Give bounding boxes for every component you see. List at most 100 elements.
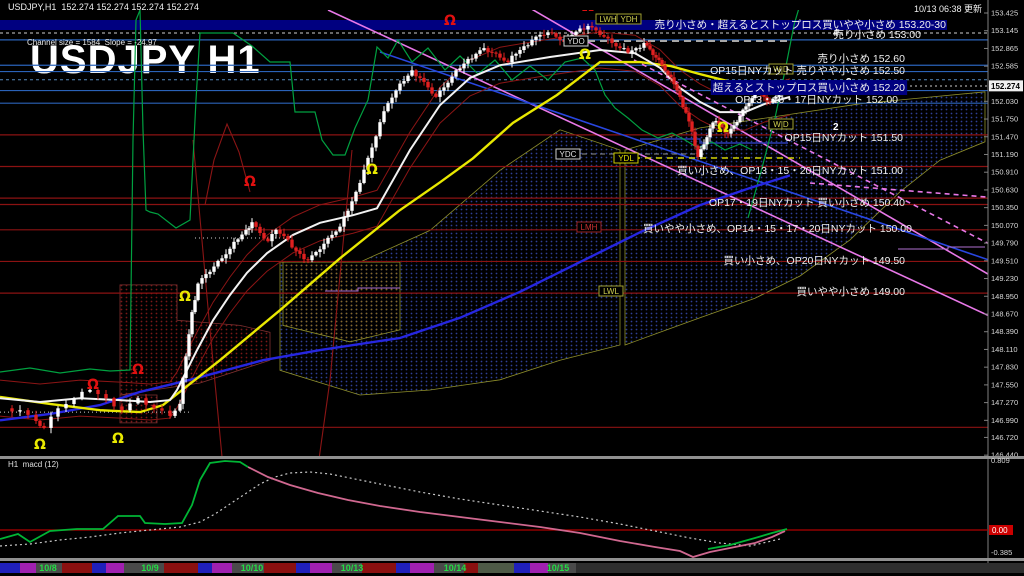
order-annotation[interactable]: 買いやや小さめ 149.00 <box>796 286 905 298</box>
order-annotation[interactable]: OP13・16・17日NYカット 152.00 <box>735 94 898 106</box>
candle-body <box>502 57 506 61</box>
omega-signal-marker: Ω <box>444 13 456 29</box>
object-label-text: W|D <box>773 120 789 129</box>
order-annotation[interactable]: OP15日NYカット 151.50 <box>785 132 904 144</box>
candle-body <box>498 53 502 58</box>
price-axis-label: 152.585 <box>991 62 1018 71</box>
date-label: 10/13 <box>341 563 364 573</box>
date-label: 10/15 <box>547 563 570 573</box>
candle-body <box>310 255 314 261</box>
price-axis-label: 151.190 <box>991 150 1018 159</box>
price-axis-label: 146.990 <box>991 416 1018 425</box>
candle-body <box>657 57 661 60</box>
candle-body <box>738 115 742 123</box>
ohlc-info-text: USDJPY,H1 152.274 152.274 152.274 152.27… <box>8 2 199 12</box>
candle-body <box>128 403 132 411</box>
order-annotation[interactable]: 買いやや小さめ、OP14・15・17・20日NYカット 150.00 <box>643 223 912 235</box>
price-axis-label: 151.750 <box>991 115 1018 124</box>
candle-body <box>486 48 490 52</box>
candle-body <box>438 90 442 97</box>
candle-body <box>522 46 526 51</box>
candle-body <box>228 248 232 255</box>
candle-body <box>729 128 733 134</box>
candle-body <box>326 237 330 244</box>
price-axis-label: 147.830 <box>991 363 1018 372</box>
price-axis-label: 147.270 <box>991 398 1018 407</box>
candle-body <box>681 96 685 108</box>
candle-body <box>334 231 338 235</box>
candle-body <box>322 243 326 250</box>
price-axis-label: 149.230 <box>991 274 1018 283</box>
candle-body <box>510 55 514 63</box>
candle-body <box>346 210 350 217</box>
window-separator[interactable] <box>0 456 1024 459</box>
candle-body <box>26 410 30 415</box>
candle-body <box>735 122 739 126</box>
omega-signal-marker: Ω <box>579 47 591 63</box>
candle-body <box>193 300 197 313</box>
candle-body <box>711 122 715 129</box>
object-label-text: YDO <box>567 37 584 46</box>
order-annotation[interactable]: 売り小さめ 153.00 <box>833 28 921 41</box>
candle-body <box>741 109 745 116</box>
order-annotation[interactable]: 超えるとストップロス買い小さめ 152.20 <box>713 81 905 94</box>
order-annotation[interactable]: OP17・19日NYカット 買い小さめ 150.40 <box>709 197 905 209</box>
candle-body <box>458 68 462 71</box>
candle-body <box>626 48 630 53</box>
window-separator[interactable] <box>0 558 1024 561</box>
candle-body <box>184 356 188 378</box>
candle-body <box>450 76 454 83</box>
candle-body <box>56 408 60 417</box>
candle-body <box>702 144 706 150</box>
candle-body <box>669 74 673 78</box>
omega-signal-marker: Ω <box>366 162 378 178</box>
price-axis-label: 152.030 <box>991 97 1018 106</box>
candle-body <box>582 28 586 30</box>
candle-body <box>354 191 358 202</box>
candle-body <box>254 222 258 227</box>
candle-body <box>690 121 694 132</box>
candle-body <box>630 50 634 53</box>
time-ribbon[interactable]: 10/8 10/9 10/10 10/13 10/14 10/15 <box>0 563 1024 573</box>
candle-body <box>530 39 534 46</box>
order-annotation[interactable]: 買い小さめ、OP20日NYカット 149.50 <box>724 255 906 267</box>
omega-signal-marker: Ω <box>582 0 594 15</box>
omega-signal-marker: Ω <box>179 289 191 305</box>
candle-body <box>666 70 670 75</box>
order-annotation[interactable]: 買い小さめ、OP13・15・20日NYカット 151.00 <box>677 165 903 177</box>
price-axis-label: 153.425 <box>991 9 1018 18</box>
object-label-text: LWH <box>599 15 616 24</box>
price-axis-label: 150.070 <box>991 221 1018 230</box>
order-annotation[interactable]: 売り小さめ 152.60 <box>817 52 905 65</box>
candle-body <box>684 107 688 113</box>
candle-body <box>212 266 216 272</box>
ribbon-segment <box>576 563 1024 573</box>
trading-chart-window: USDJPY H1 ΩΩΩΩΩΩΩΩΩΩΩ432LWHYDHYDOYDCYDLL… <box>0 0 1024 576</box>
candle-body <box>422 77 426 82</box>
price-axis-label: 153.145 <box>991 26 1018 35</box>
macd-axis-min: -0.385 <box>991 548 1012 557</box>
candle-body <box>38 420 42 426</box>
candle-body <box>550 32 554 34</box>
chart-canvas[interactable]: ΩΩΩΩΩΩΩΩΩΩΩ432LWHYDHYDOYDCYDLLMHLWLW|DW|… <box>0 0 1024 576</box>
candle-body <box>638 47 642 49</box>
candle-body <box>49 416 53 428</box>
macd-signal-line <box>0 471 781 547</box>
ribbon-segment <box>362 563 396 573</box>
candle-body <box>651 49 655 55</box>
candle-body <box>606 36 610 39</box>
candle-body <box>72 398 76 404</box>
ribbon-segment <box>478 563 514 573</box>
ichimoku-cloud <box>282 261 401 343</box>
candle-body <box>42 425 46 428</box>
candle-body <box>270 234 274 242</box>
price-axis-label: 151.470 <box>991 132 1018 141</box>
candle-body <box>350 201 354 211</box>
candle-body <box>534 36 538 40</box>
candle-body <box>699 149 703 158</box>
date-label: 10/10 <box>241 563 264 573</box>
ribbon-segment <box>62 563 92 573</box>
order-annotation[interactable]: OP15日NYカット 売りやや小さめ 152.50 <box>710 64 905 77</box>
macd-zero-label: 0.00 <box>992 526 1008 535</box>
candle-body <box>462 63 466 69</box>
